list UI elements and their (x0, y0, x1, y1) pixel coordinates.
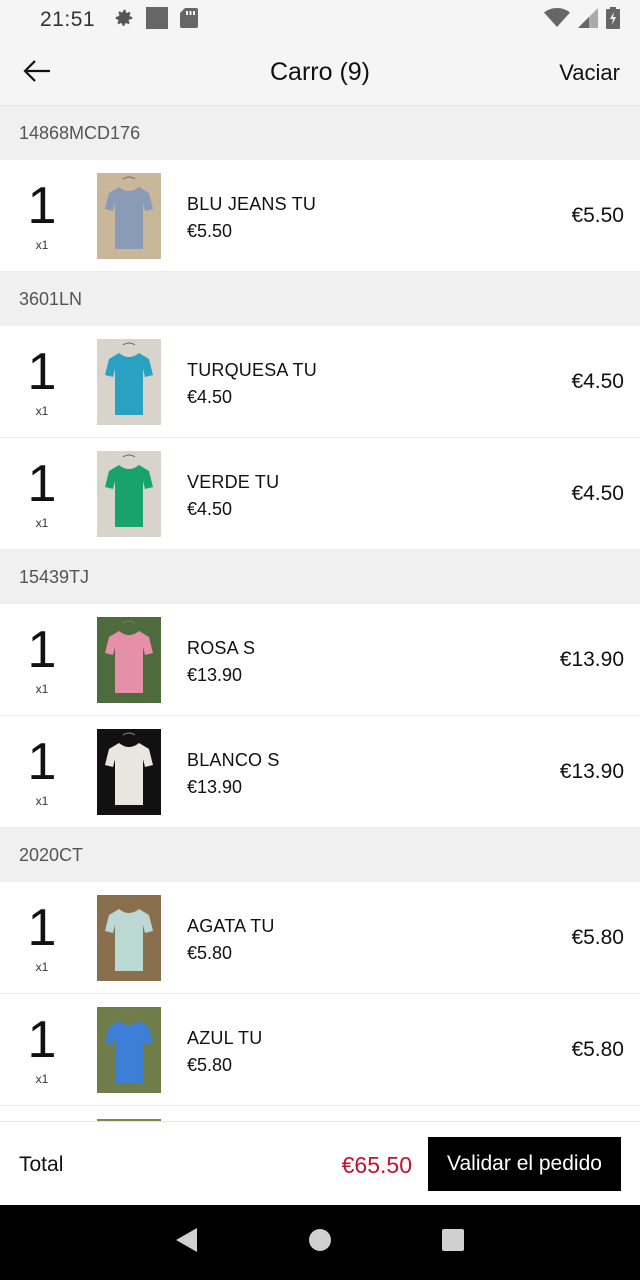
item-unit-price: €4.50 (187, 499, 233, 519)
product-thumbnail[interactable] (97, 617, 161, 703)
item-quantity[interactable]: 1 (18, 1012, 66, 1068)
item-line-total: €13.90 (559, 760, 624, 783)
item-line-total: €5.50 (571, 204, 624, 227)
item-unit-price: €4.50 (187, 387, 233, 407)
item-quantity[interactable]: 1 (18, 178, 66, 234)
item-name: ROSA S (187, 638, 256, 658)
wifi-icon (544, 7, 570, 33)
item-line-total: €4.50 (571, 370, 624, 393)
item-line-total: €13.90 (559, 648, 624, 671)
nav-recents-icon (441, 1228, 465, 1257)
product-thumbnail[interactable] (97, 895, 161, 981)
page-title: Carro (9) (269, 58, 370, 86)
cart-list[interactable]: 14868MCD176 1 x1 BLU JEANS TU €5.50 €5.50 3601… (0, 106, 640, 1121)
product-thumbnail[interactable] (97, 729, 161, 815)
arrow-left-icon (23, 59, 51, 88)
status-right-icons (544, 6, 620, 34)
cart-item-row[interactable]: 1 x1 TURQUESA TU €4.50 €4.50 (0, 326, 640, 438)
item-unit-price: €5.50 (187, 221, 233, 241)
item-unit-price: €5.80 (187, 943, 233, 963)
cart-item-row[interactable]: 1 x1 AZUL TU €5.80 €5.80 (0, 994, 640, 1106)
item-quantity[interactable]: 1 (18, 344, 66, 400)
item-line-total: €4.50 (571, 482, 624, 505)
item-name: BLU JEANS TU (187, 194, 317, 214)
product-thumbnail[interactable] (97, 339, 161, 425)
group-header: 15439TJ (0, 550, 640, 604)
status-bar: 21:51 (0, 0, 640, 40)
item-unit-price: €5.80 (187, 1055, 233, 1075)
item-name: BLANCO S (187, 750, 280, 770)
item-unit-price: €13.90 (187, 665, 243, 685)
item-multiplier: x1 (35, 794, 49, 808)
square-notification-icon (145, 6, 169, 35)
item-line-total: €5.80 (571, 926, 624, 949)
nav-home-button[interactable] (300, 1223, 340, 1263)
cart-item-row[interactable]: 1 x1 AGATA TU €5.80 €5.80 (0, 882, 640, 994)
total-value: €65.50 (341, 1152, 412, 1178)
item-name: TURQUESA TU (187, 360, 317, 380)
product-thumbnail[interactable] (97, 451, 161, 537)
back-button[interactable] (20, 56, 54, 90)
sd-card-icon (179, 7, 199, 34)
nav-recents-button[interactable] (433, 1223, 473, 1263)
item-name: AZUL TU (187, 1028, 263, 1048)
validate-order-button[interactable]: Validar el pedido (428, 1137, 621, 1191)
item-quantity[interactable]: 1 (18, 734, 66, 790)
product-thumbnail[interactable] (97, 173, 161, 259)
item-line-total: €5.80 (571, 1038, 624, 1061)
battery-charging-icon (606, 6, 620, 34)
item-multiplier: x1 (35, 960, 49, 974)
item-name: VERDE TU (187, 472, 280, 492)
item-quantity[interactable]: 1 (18, 622, 66, 678)
item-quantity[interactable]: 1 (18, 456, 66, 512)
item-quantity[interactable]: 1 (18, 900, 66, 956)
empty-cart-button[interactable]: Vaciar (559, 60, 620, 86)
item-unit-price: €13.90 (187, 777, 243, 797)
total-label: Total (19, 1153, 64, 1176)
nav-back-icon (175, 1227, 199, 1258)
app-bar: Carro (9) Vaciar (0, 40, 640, 106)
group-header: 3601LN (0, 272, 640, 326)
screen: 21:51 Carro (9) Vaciar 14868MCD176 1 x1 … (0, 0, 640, 1280)
checkout-footer: Total €65.50 Validar el pedido (0, 1121, 640, 1205)
item-multiplier: x1 (35, 516, 49, 530)
status-left-icons (113, 6, 199, 35)
status-time: 21:51 (40, 8, 96, 31)
gear-icon (113, 7, 135, 34)
cart-item-row[interactable]: 1 x1 BLU JEANS TU €5.50 €5.50 (0, 160, 640, 272)
product-thumbnail[interactable] (97, 1007, 161, 1093)
cart-item-row[interactable]: 1 x1 VERDE TU €4.50 €4.50 (0, 438, 640, 550)
nav-home-icon (308, 1228, 332, 1257)
nav-back-button[interactable] (167, 1223, 207, 1263)
signal-icon (578, 7, 598, 33)
cart-item-row[interactable]: 1 x1 BLANCO S €13.90 €13.90 (0, 716, 640, 828)
system-nav-bar (0, 1205, 640, 1280)
item-multiplier: x1 (35, 238, 49, 252)
cart-item-row[interactable]: 1 (0, 1106, 640, 1121)
item-multiplier: x1 (35, 1072, 49, 1086)
group-header: 2020CT (0, 828, 640, 882)
group-header: 14868MCD176 (0, 106, 640, 160)
item-multiplier: x1 (35, 404, 49, 418)
cart-item-row[interactable]: 1 x1 ROSA S €13.90 €13.90 (0, 604, 640, 716)
item-multiplier: x1 (35, 682, 49, 696)
item-name: AGATA TU (187, 916, 275, 936)
